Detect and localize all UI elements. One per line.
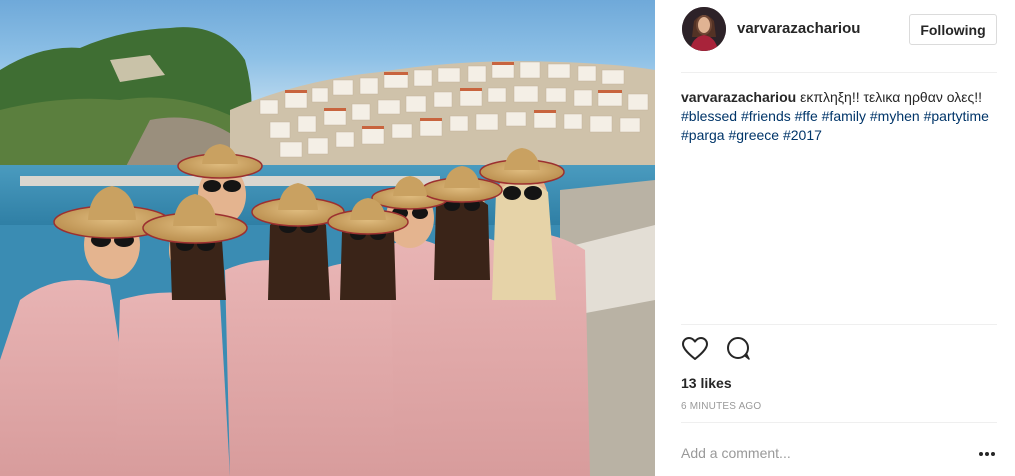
actions-divider: [681, 324, 997, 325]
hashtag-link[interactable]: #partytime: [924, 108, 989, 124]
avatar-image: [682, 7, 726, 51]
comment-divider: [681, 422, 997, 423]
heart-icon[interactable]: [681, 336, 709, 362]
post-header: varvarazachariou Following: [655, 0, 1015, 62]
post-photo[interactable]: [0, 0, 655, 476]
photo-image: [0, 27, 655, 476]
comment-bubble-icon[interactable]: [725, 336, 753, 362]
hashtag-link[interactable]: #friends: [741, 108, 791, 124]
hashtag-link[interactable]: #myhen: [870, 108, 920, 124]
post-timestamp[interactable]: 6 MINUTES AGO: [681, 401, 761, 412]
hashtag-link[interactable]: #family: [822, 108, 866, 124]
caption-username[interactable]: varvarazachariou: [681, 89, 796, 105]
avatar[interactable]: [682, 7, 726, 51]
more-options-icon[interactable]: [977, 447, 997, 459]
username-link[interactable]: varvarazachariou: [737, 20, 860, 37]
caption-text: εκπληξη!! τελικα ηρθαν ολες!!: [800, 89, 982, 105]
hashtag-link[interactable]: #parga: [681, 127, 725, 143]
likes-count[interactable]: 13 likes: [681, 375, 732, 391]
hashtag-link[interactable]: #blessed: [681, 108, 737, 124]
post-caption: varvarazachariou εκπληξη!! τελικα ηρθαν …: [681, 88, 1001, 145]
add-comment-input[interactable]: [681, 442, 961, 464]
following-button[interactable]: Following: [909, 14, 997, 45]
header-divider: [681, 72, 997, 73]
post-details-panel: varvarazachariou Following varvarazachar…: [655, 0, 1015, 476]
hashtag-link[interactable]: #2017: [783, 127, 822, 143]
hashtag-link[interactable]: #ffe: [795, 108, 818, 124]
hashtag-link[interactable]: #greece: [728, 127, 779, 143]
